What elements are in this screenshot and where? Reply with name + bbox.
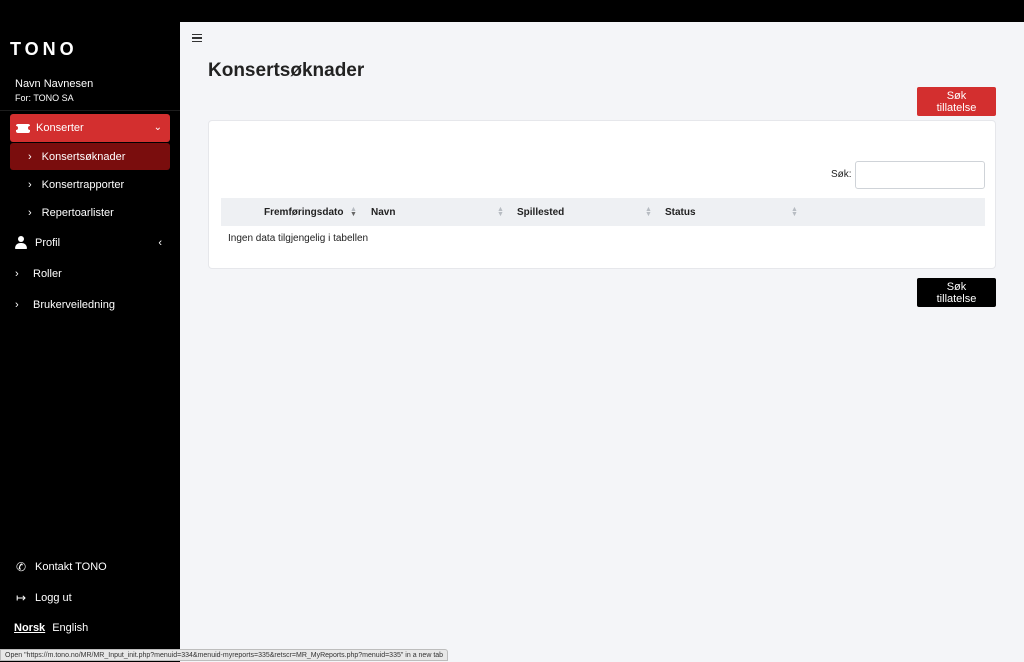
- hamburger-menu-icon[interactable]: [192, 34, 202, 42]
- column-header-spillested[interactable]: Spillested: [517, 198, 564, 226]
- column-header-status[interactable]: Status: [665, 198, 696, 226]
- main-content: Konsertsøknader Søk tillatelse Søk: Frem…: [180, 22, 1024, 662]
- sidebar-item-label: Roller: [33, 268, 62, 280]
- sidebar-subitem-konsertrapporter[interactable]: › Konsertrapporter: [10, 171, 170, 198]
- sidebar-item-brukerveiledning[interactable]: › Brukerveiledning: [15, 295, 170, 315]
- sidebar-item-roller[interactable]: › Roller: [15, 264, 170, 284]
- logout-icon: ↦: [15, 591, 27, 605]
- sidebar: TONO Navn Navnesen For: TONO SA Konserte…: [0, 22, 180, 662]
- sok-tillatelse-button-top[interactable]: Søk tillatelse: [917, 87, 996, 116]
- user-name: Navn Navnesen: [15, 78, 94, 90]
- logout-link[interactable]: ↦ Logg ut: [15, 589, 72, 607]
- user-divider: [0, 110, 180, 111]
- chevron-down-icon: ⌄: [153, 122, 162, 133]
- table-header: Fremføringsdato ▲ ▼ Navn ▲ ▼ Spillested ▲ ▼…: [221, 198, 985, 226]
- sidebar-item-label: Profil: [35, 237, 61, 249]
- ticket-icon: [14, 123, 32, 133]
- phone-list-icon: ✆: [15, 560, 27, 574]
- sidebar-item-profil[interactable]: Profil ‹: [15, 233, 170, 253]
- sidebar-item-label: Brukerveiledning: [33, 299, 115, 311]
- person-icon: [15, 236, 27, 250]
- contact-label: Kontakt TONO: [35, 561, 107, 573]
- chevron-right-icon: ›: [15, 299, 19, 311]
- top-bar: [0, 0, 1024, 22]
- sidebar-subitem-repertoarlister[interactable]: › Repertoarlister: [10, 199, 170, 226]
- sort-icon: ▲ ▼: [350, 206, 357, 218]
- column-header-navn[interactable]: Navn: [371, 198, 395, 226]
- table-card: Søk: Fremføringsdato ▲ ▼ Navn ▲ ▼ Spillest…: [208, 120, 996, 269]
- search-label: Søk:: [831, 169, 852, 180]
- language-switcher: Norsk English: [14, 622, 88, 634]
- tono-logo[interactable]: TONO: [10, 39, 78, 60]
- sok-tillatelse-button-bottom[interactable]: Søk tillatelse: [917, 278, 996, 307]
- page-title: Konsertsøknader: [208, 60, 365, 81]
- chevron-left-icon: ‹: [158, 237, 162, 249]
- chevron-right-icon: ›: [28, 178, 32, 191]
- logout-label: Logg ut: [35, 592, 72, 604]
- chevron-right-icon: ›: [28, 150, 32, 163]
- sidebar-item-label: Konserter: [36, 122, 84, 134]
- lang-norsk[interactable]: Norsk: [14, 622, 45, 634]
- chevron-right-icon: ›: [15, 268, 19, 280]
- contact-link[interactable]: ✆ Kontakt TONO: [15, 558, 107, 576]
- user-org: For: TONO SA: [15, 93, 74, 103]
- sort-icon: ▲ ▼: [645, 206, 652, 218]
- empty-table-message: Ingen data tilgjengelig i tabellen: [228, 233, 369, 244]
- sort-icon: ▲ ▼: [497, 206, 504, 218]
- sidebar-subitem-label: Konsertsøknader: [41, 150, 126, 163]
- column-header-fremforingsdato[interactable]: Fremføringsdato: [264, 198, 343, 226]
- sidebar-subitem-konsertsoknader[interactable]: › Konsertsøknader: [10, 143, 170, 170]
- chevron-right-icon: ›: [28, 206, 32, 219]
- sidebar-subitem-label: Konsertrapporter: [41, 178, 125, 191]
- sort-icon: ▲ ▼: [791, 206, 798, 218]
- search-input[interactable]: [855, 161, 985, 189]
- sidebar-item-konserter[interactable]: Konserter ⌄: [10, 114, 170, 142]
- lang-english[interactable]: English: [52, 622, 88, 634]
- sidebar-subitem-label: Repertoarlister: [41, 206, 114, 219]
- browser-status-bar: Open "https://m.tono.no/MR/MR_Input_init…: [0, 649, 449, 661]
